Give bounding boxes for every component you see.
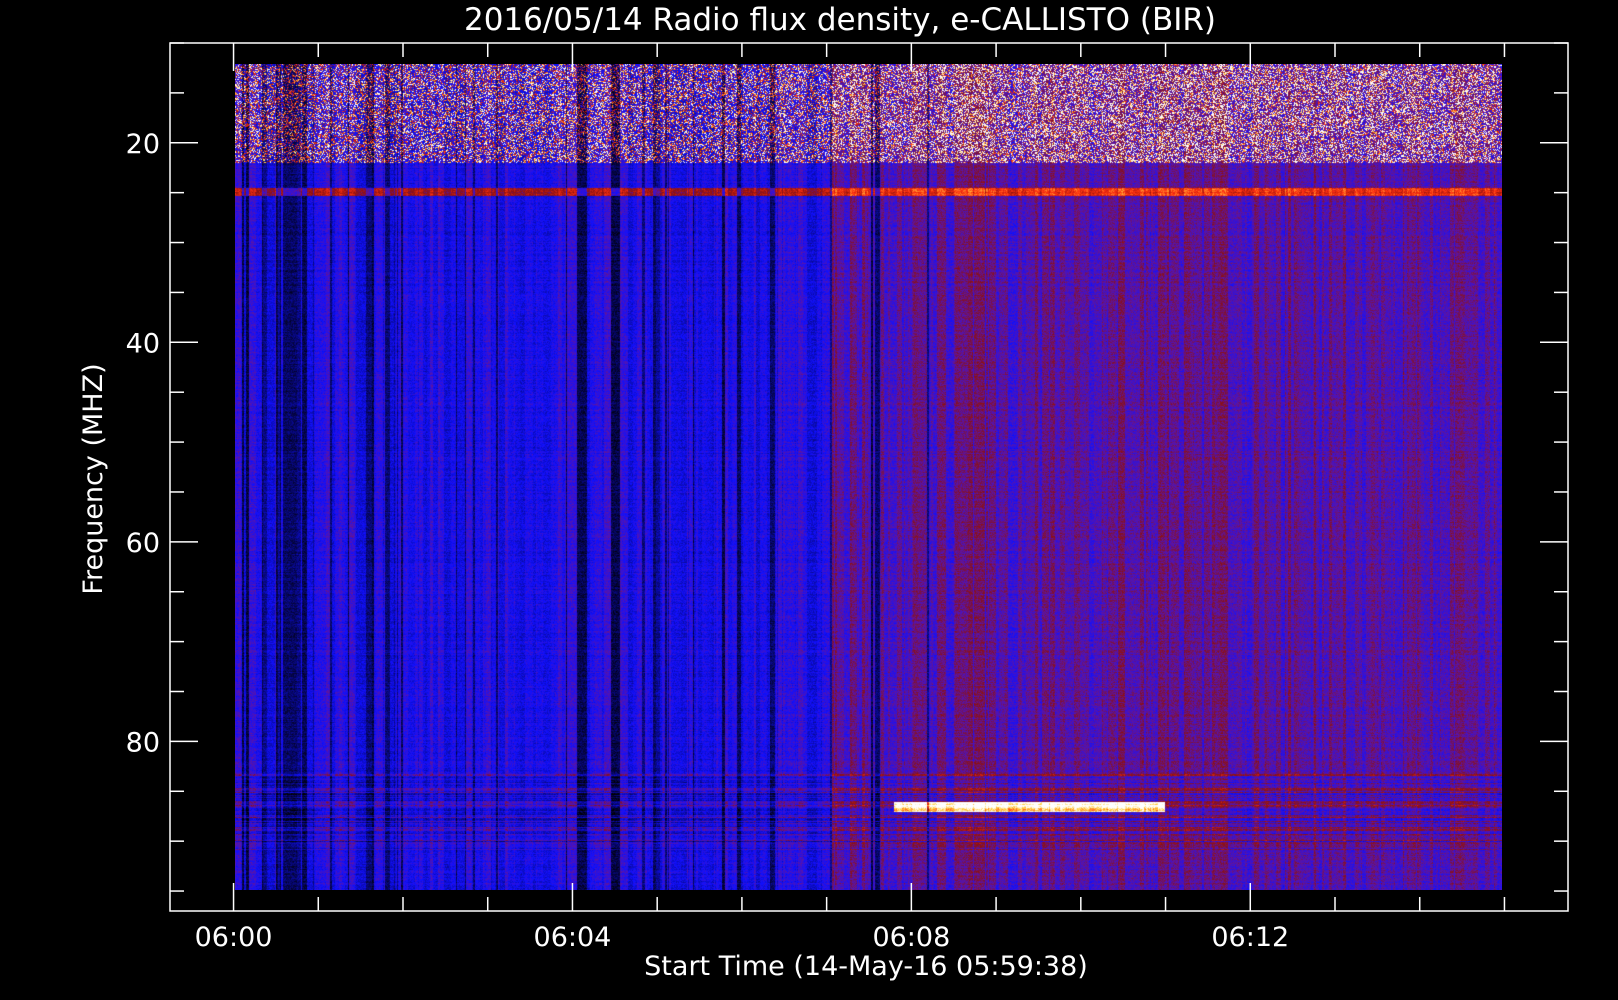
y-axis-label: Frequency (MHZ) [78,363,109,594]
y-tick-label: 80 [126,727,160,758]
x-tick-label: 06:12 [1211,922,1289,953]
y-tick-label: 40 [126,328,160,359]
x-tick-label: 06:08 [872,922,950,953]
x-axis-label: Start Time (14-May-16 05:59:38) [644,951,1088,982]
spectrogram-heatmap-container [235,64,1502,890]
x-tick-label: 06:00 [195,922,273,953]
spectrogram-heatmap [235,64,1502,890]
spectrogram-chart: 2016/05/14 Radio flux density, e-CALLIST… [0,0,1618,1000]
y-tick-label: 60 [126,528,160,559]
y-tick-label: 20 [126,129,160,160]
x-tick-label: 06:04 [534,922,612,953]
chart-title: 2016/05/14 Radio flux density, e-CALLIST… [464,2,1216,38]
